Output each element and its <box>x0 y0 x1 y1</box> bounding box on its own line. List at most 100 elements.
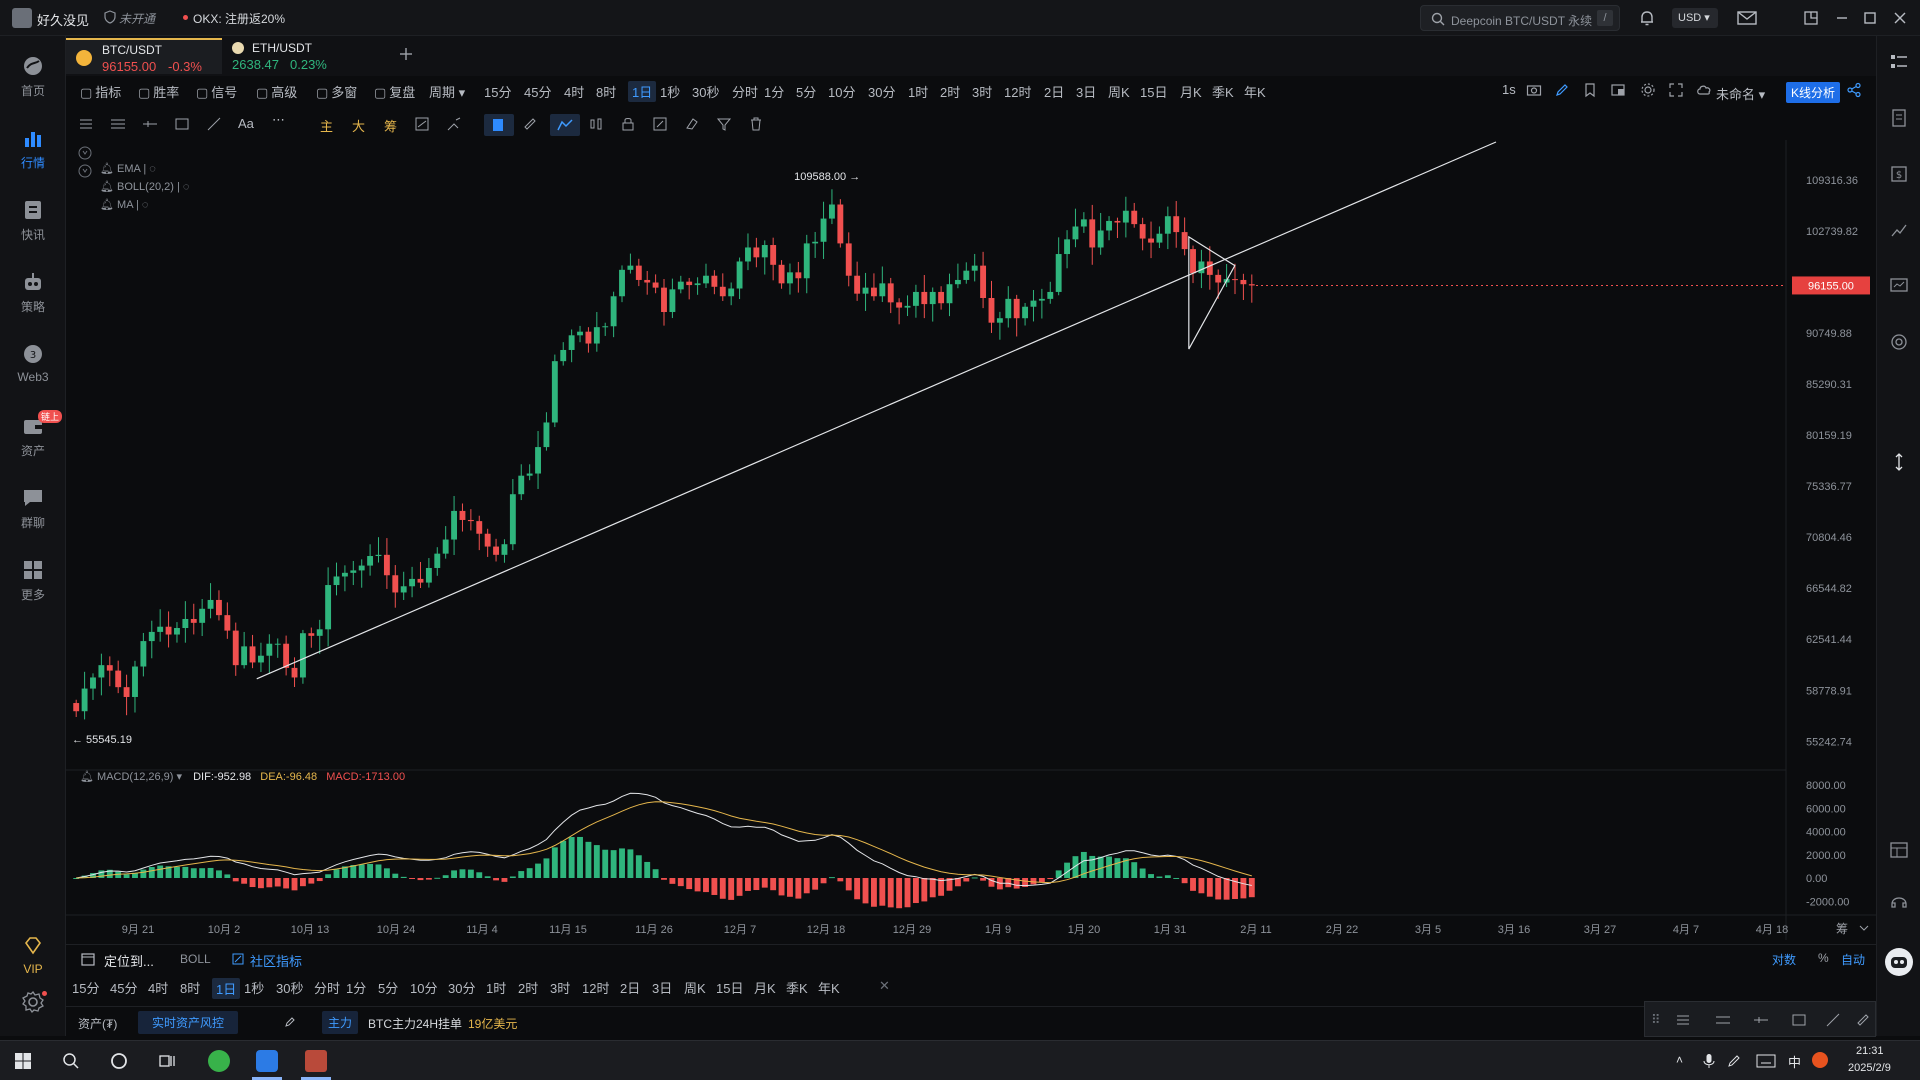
horizontal-lines-icon[interactable] <box>110 116 130 136</box>
bottom-period-3-button[interactable]: 8时 <box>180 978 200 997</box>
candle-body[interactable] <box>501 544 508 555</box>
toolbar-signal-button[interactable]: ▢ 信号 <box>196 82 237 101</box>
line-icon[interactable] <box>1825 1012 1841 1028</box>
macd-header[interactable]: 🔔︎ MACD(12,26,9) ▾ DIF:-952.98 DEA:-96.4… <box>80 770 405 783</box>
candle-body[interactable] <box>425 567 432 583</box>
camera-icon[interactable] <box>1526 82 1546 102</box>
search-input[interactable]: Deepcoin BTC/USDT 永续 <box>1451 12 1592 29</box>
candle-body[interactable] <box>241 646 248 666</box>
search-box[interactable]: Deepcoin BTC/USDT 永续 / <box>1420 5 1620 31</box>
percent-scale-toggle[interactable]: % <box>1818 951 1829 965</box>
rectangle-tool-icon[interactable] <box>174 116 194 136</box>
candle-body[interactable] <box>291 667 298 678</box>
candle-body[interactable] <box>954 279 961 285</box>
bottom-period-11-button[interactable]: 30分 <box>448 978 475 997</box>
candle-body[interactable] <box>837 204 844 244</box>
chart-settings-icon[interactable] <box>1640 82 1660 102</box>
ruler-icon[interactable] <box>522 116 542 136</box>
candle-body[interactable] <box>459 510 466 520</box>
candle-body[interactable] <box>1190 249 1196 274</box>
candle-body[interactable] <box>1097 230 1104 248</box>
period-15-button[interactable]: 12时 <box>1004 82 1031 101</box>
candle-body[interactable] <box>669 289 676 313</box>
eye-off-icon[interactable]: ◌ <box>183 181 190 193</box>
h-line-icon[interactable] <box>1753 1012 1769 1028</box>
bottom-period-1-button[interactable]: 45分 <box>110 978 137 997</box>
candle-body[interactable] <box>249 646 256 663</box>
bottom-period-5-button[interactable]: 1秒 <box>244 978 264 997</box>
period-21-button[interactable]: 季K <box>1212 82 1234 101</box>
candle-body[interactable] <box>199 608 206 623</box>
candlestick-chart[interactable]: 109316.36 102739.82 90749.88 85290.31 80159.… <box>66 140 1876 940</box>
task-view-icon[interactable] <box>158 1052 176 1070</box>
candle-body[interactable] <box>434 553 441 568</box>
candle-body[interactable] <box>1005 298 1012 319</box>
candle-body[interactable] <box>409 578 416 587</box>
text-tool-button[interactable]: Aa <box>238 116 254 131</box>
period-11-button[interactable]: 30分 <box>868 82 895 101</box>
candle-body[interactable] <box>635 265 642 280</box>
candle-body[interactable] <box>829 204 835 219</box>
candle-body[interactable] <box>535 447 541 474</box>
trading-app-icon[interactable] <box>305 1050 327 1072</box>
analytics-icon[interactable] <box>1889 276 1909 296</box>
candle-body[interactable] <box>593 327 600 344</box>
vip-nav-item[interactable]: VIP <box>0 924 66 988</box>
bottom-period-20-button[interactable]: 月K <box>754 978 776 997</box>
candle-body[interactable] <box>325 585 332 630</box>
candle-body[interactable] <box>1089 219 1096 248</box>
indicator-boll[interactable]: 🔔︎ BOLL(20,2) | ◌ <box>100 180 189 193</box>
candle-body[interactable] <box>736 261 743 289</box>
main-tool-button[interactable]: 主 <box>320 116 333 135</box>
eraser-icon[interactable] <box>684 116 704 136</box>
indicator-ma[interactable]: 🔔︎ MA | ◌ <box>100 198 148 211</box>
candle-body[interactable] <box>820 218 827 242</box>
period-19-button[interactable]: 15日 <box>1140 82 1167 101</box>
candle-body[interactable] <box>778 264 785 284</box>
toolbar-win-rate-button[interactable]: ▢ 胜率 <box>138 82 179 101</box>
candle-body[interactable] <box>518 475 525 495</box>
period-14-button[interactable]: 3时 <box>972 82 992 101</box>
big-tool-button[interactable]: 大 <box>352 116 365 135</box>
bottom-period-19-button[interactable]: 15日 <box>716 978 743 997</box>
candle-body[interactable] <box>1206 261 1213 275</box>
nav-item-market[interactable]: 行情 <box>0 116 66 180</box>
candle-body[interactable] <box>484 533 491 547</box>
auto-scale-toggle[interactable]: 自动 <box>1841 951 1865 968</box>
candle-body[interactable] <box>274 643 281 645</box>
candle-body[interactable] <box>123 687 130 697</box>
status-badge[interactable]: 未开通 <box>119 10 155 27</box>
toolbar-period-button[interactable]: 周期 ▾ <box>426 82 465 101</box>
ime-indicator[interactable]: 中 <box>1788 1052 1801 1071</box>
tab-eth-usdt[interactable]: ETH/USDT 2638.47 0.23% <box>224 38 380 74</box>
candle-body[interactable] <box>73 703 80 712</box>
candle-body[interactable] <box>90 677 96 689</box>
indicator-ema[interactable]: 🔔︎ EMA | ◌ <box>100 162 156 175</box>
bottom-period-17-button[interactable]: 3日 <box>652 978 672 997</box>
period-20-button[interactable]: 月K <box>1180 82 1202 101</box>
bottom-period-9-button[interactable]: 5分 <box>378 978 398 997</box>
period-9-button[interactable]: 5分 <box>796 82 816 101</box>
candle-body[interactable] <box>174 628 180 635</box>
candle-body[interactable] <box>1248 284 1255 286</box>
nav-item-web3[interactable]: 3 Web3 <box>0 332 66 396</box>
headset-icon[interactable] <box>1889 892 1909 912</box>
document-icon[interactable] <box>1889 108 1909 128</box>
candle-body[interactable] <box>644 279 651 283</box>
bottom-period-13-button[interactable]: 2时 <box>518 978 538 997</box>
bottom-period-0-button[interactable]: 15分 <box>72 978 99 997</box>
candle-body[interactable] <box>551 361 558 423</box>
candle-body[interactable] <box>912 291 919 306</box>
period-4-button[interactable]: 1日 <box>628 81 657 102</box>
eye-off-icon[interactable]: ◌ <box>142 199 149 211</box>
cortana-icon[interactable] <box>110 1052 128 1070</box>
candle-body[interactable] <box>476 521 483 534</box>
candle-body[interactable] <box>585 331 592 344</box>
candle-body[interactable] <box>1173 216 1180 233</box>
interval-1s-button[interactable]: 1s <box>1502 82 1516 97</box>
candle-body[interactable] <box>358 565 365 571</box>
candle-body[interactable] <box>308 633 315 636</box>
period-17-button[interactable]: 3日 <box>1076 82 1096 101</box>
add-tab-icon[interactable] <box>398 46 414 62</box>
candle-body[interactable] <box>316 629 323 636</box>
